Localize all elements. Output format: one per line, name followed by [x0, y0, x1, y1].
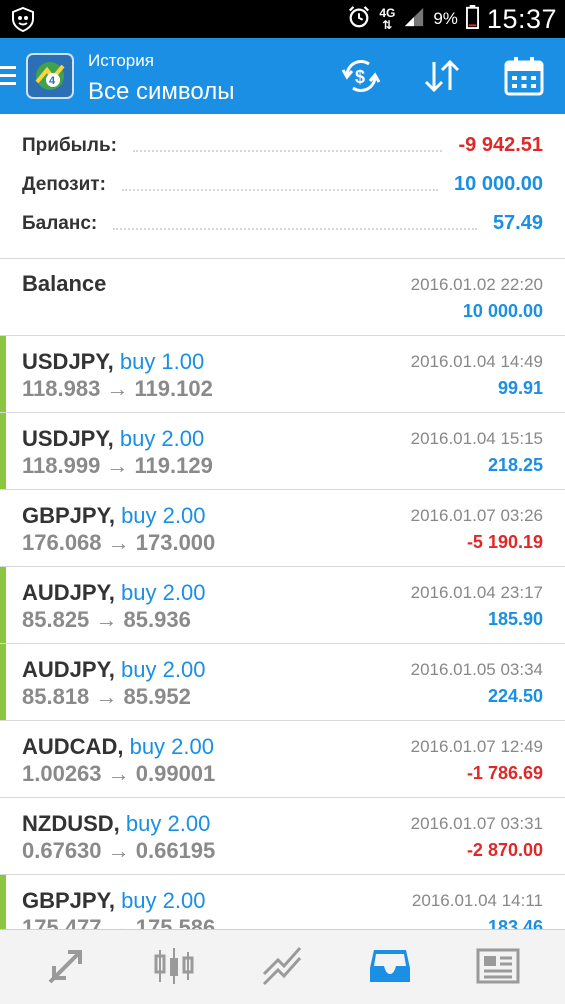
trade-row[interactable]: AUDJPY, buy 2.00 85.818 → 85.952 2016.01… — [0, 644, 565, 721]
page-title[interactable]: Все символы — [88, 78, 234, 106]
summary-value: -9 942.51 — [458, 134, 543, 156]
summary-value: 57.49 — [492, 212, 543, 234]
news-icon[interactable] — [474, 944, 522, 988]
summary-label: Прибыль: — [22, 134, 117, 156]
svg-text:$: $ — [355, 67, 365, 87]
dotted-leader — [113, 227, 477, 230]
bottom-navigation — [0, 929, 565, 1004]
dotted-leader — [132, 149, 443, 152]
trade-row[interactable]: USDJPY, buy 2.00 118.999 → 119.129 2016.… — [0, 413, 565, 490]
chart-icon[interactable] — [150, 944, 198, 988]
trade-date: 2016.01.05 03:34 — [410, 660, 543, 679]
profit-indicator-bar — [0, 336, 6, 412]
deal-amount: 10 000.00 — [462, 301, 543, 321]
trade-symbol: USDJPY, — [22, 349, 114, 374]
trade-symbol: NZDUSD, — [22, 811, 120, 836]
trade-prices: 175.477 → 175.586 — [22, 915, 216, 929]
deal-date: 2016.01.02 22:20 — [410, 275, 543, 294]
profit-indicator-bar — [0, 567, 6, 643]
trade-symbol: GBPJPY, — [22, 888, 115, 913]
summary-row-balance: Баланс: 57.49 — [0, 204, 565, 243]
trade-action: buy 1.00 — [119, 349, 205, 374]
notification-icon — [10, 6, 36, 33]
trade-date: 2016.01.07 12:49 — [410, 737, 543, 756]
trade-profit: -1 786.69 — [466, 763, 543, 783]
trade-row[interactable]: AUDJPY, buy 2.00 85.825 → 85.936 2016.01… — [0, 567, 565, 644]
trade-symbol: GBPJPY, — [22, 503, 115, 528]
signal-icon — [403, 6, 425, 33]
trade-prices: 85.825 → 85.936 — [22, 607, 191, 632]
trade-date: 2016.01.07 03:26 — [410, 506, 543, 525]
trade-prices: 85.818 → 85.952 — [22, 684, 191, 709]
trade-action: buy 2.00 — [129, 734, 214, 759]
trade-date: 2016.01.04 14:11 — [411, 891, 543, 910]
currency-exchange-icon[interactable]: $ — [339, 56, 383, 96]
menu-icon[interactable] — [0, 66, 16, 88]
calendar-icon[interactable] — [502, 56, 546, 96]
trade-prices: 0.67630 → 0.66195 — [22, 838, 216, 863]
summary-row-profit: Прибыль: -9 942.51 — [0, 126, 565, 165]
battery-percent: 9% — [433, 9, 458, 28]
quotes-icon[interactable] — [42, 944, 90, 988]
trade-date: 2016.01.04 14:49 — [410, 352, 543, 371]
alarm-icon — [347, 5, 371, 34]
trade-profit: 99.91 — [497, 378, 543, 398]
history-list[interactable]: Balance 2016.01.02 22:20 10 000.00 USDJP… — [0, 259, 565, 929]
trade-action: buy 2.00 — [125, 811, 211, 836]
trade-action: buy 2.00 — [121, 503, 206, 528]
battery-icon — [465, 4, 479, 34]
summary-label: Баланс: — [22, 212, 98, 234]
trade-symbol: AUDJPY, — [22, 657, 115, 682]
trade-prices: 118.983 → 119.102 — [22, 376, 213, 401]
trade-profit: 224.50 — [487, 686, 543, 706]
network-type: 4G — [379, 6, 396, 20]
trade-date: 2016.01.04 23:17 — [410, 583, 543, 602]
trade-profit: 218.25 — [487, 455, 543, 475]
balance-row[interactable]: Balance 2016.01.02 22:20 10 000.00 — [0, 259, 565, 336]
clock: 15:37 — [486, 3, 557, 34]
profit-indicator-bar — [0, 644, 6, 720]
dotted-leader — [121, 188, 439, 191]
summary-label: Депозит: — [22, 173, 106, 195]
page-subtitle: История — [88, 51, 154, 70]
trade-row[interactable]: GBPJPY, buy 2.00 176.068 → 173.000 2016.… — [0, 490, 565, 567]
trade-symbol: AUDCAD, — [22, 734, 124, 759]
trade-date: 2016.01.07 03:31 — [410, 814, 543, 833]
status-bar: 4G ⇅ 9% 15:37 — [0, 0, 565, 38]
trade-action: buy 2.00 — [121, 580, 206, 605]
trade-prices: 176.068 → 173.000 — [22, 530, 216, 555]
trade-row[interactable]: NZDUSD, buy 2.00 0.67630 → 0.66195 2016.… — [0, 798, 565, 875]
trade-prices: 118.999 → 119.129 — [22, 453, 213, 478]
app-logo-icon[interactable]: 4 — [25, 52, 75, 100]
trade-row[interactable]: USDJPY, buy 1.00 118.983 → 119.102 2016.… — [0, 336, 565, 413]
trade-profit: 185.90 — [487, 609, 543, 629]
profit-indicator-bar — [0, 413, 6, 489]
trade-profit: -2 870.00 — [466, 840, 543, 860]
history-icon[interactable] — [366, 944, 414, 988]
account-summary: Прибыль: -9 942.51 Депозит: 10 000.00 Ба… — [0, 126, 565, 243]
summary-row-deposit: Депозит: 10 000.00 — [0, 165, 565, 204]
trade-row[interactable]: GBPJPY, buy 2.00 175.477 → 175.586 2016.… — [0, 875, 565, 929]
profit-indicator-bar — [0, 875, 6, 929]
trade-prices: 1.00263 → 0.99001 — [22, 761, 216, 786]
trade-profit: -5 190.19 — [466, 532, 543, 552]
trade-symbol: USDJPY, — [22, 426, 114, 451]
trade-icon[interactable] — [258, 944, 306, 988]
trade-action: buy 2.00 — [119, 426, 205, 451]
trade-symbol: AUDJPY, — [22, 580, 115, 605]
trade-date: 2016.01.04 15:15 — [410, 429, 543, 448]
app-bar: 4 История Все символы $ — [0, 38, 565, 114]
trade-row[interactable]: AUDCAD, buy 2.00 1.00263 → 0.99001 2016.… — [0, 721, 565, 798]
network-indicator: 4G ⇅ — [379, 6, 396, 32]
svg-text:4: 4 — [49, 75, 56, 87]
trade-action: buy 2.00 — [121, 657, 206, 682]
balance-title: Balance — [22, 271, 107, 296]
sort-icon[interactable] — [420, 56, 464, 96]
trade-action: buy 2.00 — [121, 888, 206, 913]
trade-profit: 183.46 — [487, 917, 543, 929]
summary-value: 10 000.00 — [454, 173, 543, 195]
